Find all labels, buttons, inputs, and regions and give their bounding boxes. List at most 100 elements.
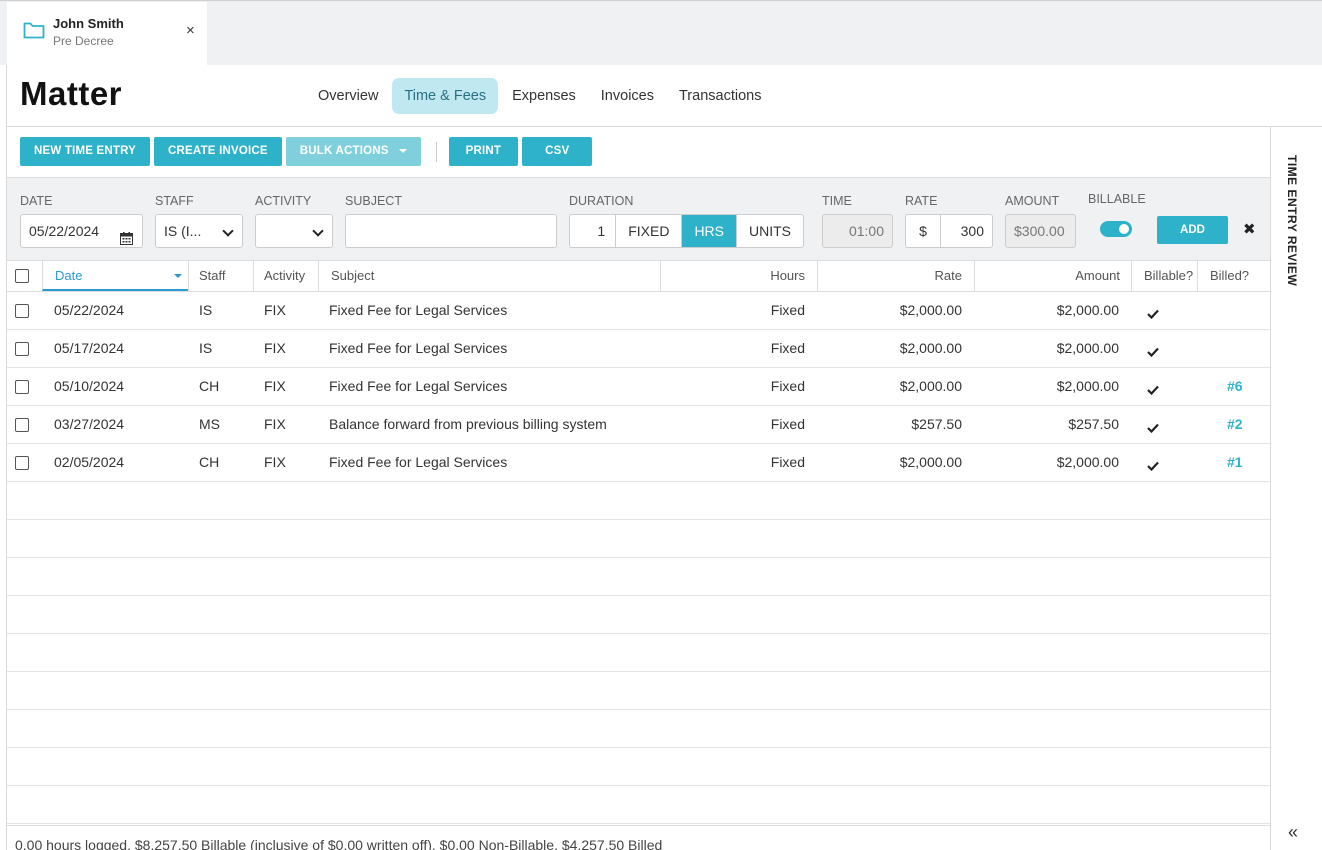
time-fees-content: NEW TIME ENTRY CREATE INVOICE BULK ACTIO…	[7, 127, 1270, 850]
time-label: TIME	[822, 194, 852, 208]
staff-select[interactable]: IS (I...	[155, 214, 243, 248]
cell-amount: $257.50	[1068, 416, 1119, 432]
table-row[interactable]: 05/17/2024 IS FIX Fixed Fee for Legal Servi…	[7, 330, 1270, 368]
tab-invoices[interactable]: Invoices	[590, 78, 665, 114]
chevron-down-icon	[312, 225, 324, 237]
table-row[interactable]: 05/10/2024 CH FIX Fixed Fee for Legal Servi…	[7, 368, 1270, 406]
tab-transactions[interactable]: Transactions	[668, 78, 772, 114]
row-checkbox[interactable]	[15, 380, 29, 394]
billable-toggle[interactable]	[1100, 221, 1132, 237]
chevron-down-icon	[222, 225, 234, 237]
billable-check-icon	[1147, 344, 1159, 360]
billable-label: BILLABLE	[1088, 192, 1146, 206]
table-row[interactable]: 03/27/2024 MS FIX Balance forward from prev…	[7, 406, 1270, 444]
staff-label: STAFF	[155, 194, 194, 208]
cell-date: 02/05/2024	[54, 454, 125, 470]
cell-subject: Balance forward from previous billing sy…	[329, 416, 607, 432]
time-entry-review-title[interactable]: TIME ENTRY REVIEW	[1285, 155, 1299, 286]
tab-time-fees[interactable]: Time & Fees	[392, 78, 499, 114]
duration-mode-fixed[interactable]: FIXED	[615, 215, 681, 247]
cell-rate: $2,000.00	[899, 454, 962, 470]
add-entry-button[interactable]: ADD	[1157, 216, 1228, 244]
cell-date: 05/17/2024	[54, 340, 125, 356]
empty-row	[7, 482, 1270, 520]
row-checkbox[interactable]	[15, 342, 29, 356]
cell-rate: $2,000.00	[899, 340, 962, 356]
time-entry-form: DATE 05/22/2024 STAFF IS (I... ACTIVITY …	[7, 177, 1270, 261]
table-row[interactable]: 05/22/2024 IS FIX Fixed Fee for Legal Servi…	[7, 292, 1270, 330]
summary-text: 0.00 hours logged, $8,257.50 Billable (i…	[15, 837, 663, 850]
billable-check-icon	[1147, 420, 1159, 436]
row-checkbox[interactable]	[15, 456, 29, 470]
date-label: DATE	[20, 194, 53, 208]
row-checkbox[interactable]	[15, 304, 29, 318]
new-time-entry-button[interactable]: NEW TIME ENTRY	[20, 137, 151, 166]
calendar-icon[interactable]	[120, 224, 133, 247]
table-row[interactable]: 02/05/2024 CH FIX Fixed Fee for Legal Servi…	[7, 444, 1270, 482]
tab-client-name: John Smith	[53, 16, 124, 31]
tab-overview[interactable]: Overview	[307, 78, 389, 114]
column-date[interactable]: Date	[42, 261, 188, 291]
cell-rate: $257.50	[911, 416, 962, 432]
matter-tab[interactable]: John Smith Pre Decree ×	[7, 2, 207, 66]
cell-date: 05/22/2024	[54, 302, 125, 318]
rate-currency: $	[919, 223, 927, 239]
duration-mode-hrs[interactable]: HRS	[681, 215, 736, 247]
column-billed[interactable]: Billed?	[1197, 261, 1270, 291]
column-staff[interactable]: Staff	[188, 261, 253, 291]
column-subject[interactable]: Subject	[318, 261, 660, 291]
empty-row	[7, 558, 1270, 596]
staff-value: IS (I...	[164, 223, 202, 239]
date-value: 05/22/2024	[29, 223, 100, 239]
billed-invoice-link[interactable]: #6	[1227, 368, 1243, 405]
cell-amount: $2,000.00	[1056, 454, 1119, 470]
folder-icon	[23, 21, 45, 42]
cell-hours: Fixed	[770, 302, 805, 318]
time-input: 01:00	[822, 214, 893, 248]
date-input[interactable]: 05/22/2024	[20, 214, 143, 248]
summary-footer: 0.00 hours logged, $8,257.50 Billable (i…	[7, 825, 1270, 850]
column-amount[interactable]: Amount	[974, 261, 1131, 291]
column-rate[interactable]: Rate	[817, 261, 974, 291]
cell-date: 03/27/2024	[54, 416, 125, 432]
billed-invoice-link[interactable]: #1	[1227, 444, 1243, 481]
column-billable[interactable]: Billable?	[1131, 261, 1197, 291]
clear-entry-icon[interactable]: ✖	[1243, 220, 1256, 238]
billable-check-icon	[1147, 458, 1159, 474]
cell-hours: Fixed	[770, 416, 805, 432]
toolbar: NEW TIME ENTRY CREATE INVOICE BULK ACTIO…	[20, 137, 596, 166]
column-hours[interactable]: Hours	[660, 261, 817, 291]
duration-label: DURATION	[569, 194, 634, 208]
tab-bar: John Smith Pre Decree ×	[0, 0, 1322, 66]
amount-label: AMOUNT	[1005, 194, 1060, 208]
empty-row	[7, 672, 1270, 710]
bulk-actions-button[interactable]: BULK ACTIONS	[285, 137, 421, 166]
duration-input[interactable]: 1	[570, 215, 615, 247]
create-invoice-button[interactable]: CREATE INVOICE	[154, 137, 282, 166]
column-activity[interactable]: Activity	[253, 261, 318, 291]
activity-label: ACTIVITY	[255, 194, 312, 208]
cell-amount: $2,000.00	[1056, 340, 1119, 356]
tab-subtitle: Pre Decree	[53, 34, 114, 48]
billed-invoice-link[interactable]: #2	[1227, 406, 1243, 443]
cell-hours: Fixed	[770, 378, 805, 394]
csv-button[interactable]: CSV	[522, 137, 593, 166]
empty-row	[7, 634, 1270, 672]
select-all-checkbox[interactable]	[15, 269, 29, 283]
caret-down-icon	[398, 148, 407, 153]
cell-date: 05/10/2024	[54, 378, 125, 394]
cell-staff: IS	[199, 340, 213, 356]
print-button[interactable]: PRINT	[448, 137, 519, 166]
activity-select[interactable]	[255, 214, 333, 248]
rate-input[interactable]: 300	[940, 215, 992, 247]
tab-expenses[interactable]: Expenses	[501, 78, 587, 114]
close-tab-icon[interactable]: ×	[186, 23, 195, 38]
subject-input[interactable]	[345, 214, 557, 248]
cell-staff: MS	[199, 416, 220, 432]
cell-staff: IS	[199, 302, 213, 318]
row-checkbox[interactable]	[15, 418, 29, 432]
cell-activity: FIX	[264, 340, 286, 356]
duration-mode-units[interactable]: UNITS	[736, 215, 803, 247]
time-entries-grid: Date Staff Activity Subject Hours Rate A…	[7, 261, 1270, 824]
expand-panel-icon[interactable]: «	[1288, 822, 1298, 843]
